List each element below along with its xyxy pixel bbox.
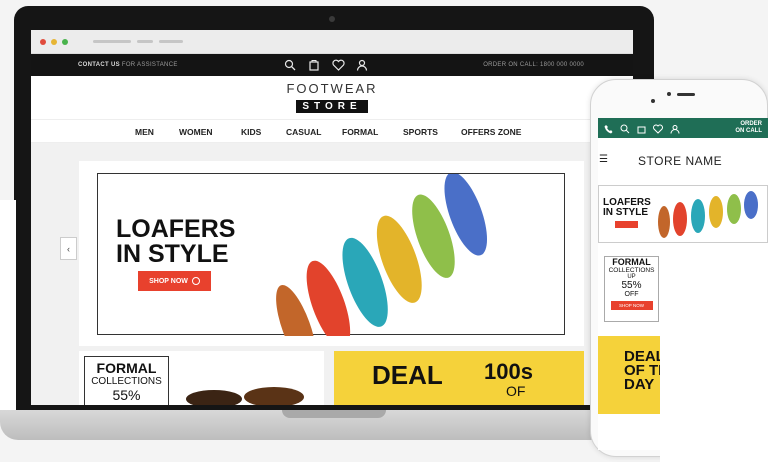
content-area: ‹ LOAFERS IN STYLE SHOP NOW FORMAL COLLE… <box>31 143 633 405</box>
contact-text: FOR ASSISTANCE <box>121 62 178 68</box>
phone-sensor-icon <box>667 92 671 96</box>
phone-order-on-call[interactable]: ORDER ON CALL <box>735 121 762 135</box>
store-logo[interactable]: FOOTWEAR STORE <box>286 81 378 114</box>
hero-frame: LOAFERS IN STYLE SHOP NOW <box>97 173 565 336</box>
phone-deal-panel[interactable]: DEAL OF THE DAY <box>598 336 679 414</box>
formal-percent: 55% <box>112 387 141 403</box>
heart-icon[interactable] <box>653 121 663 139</box>
logo-line2: STORE <box>296 100 368 113</box>
menu-icon[interactable]: ☰ <box>599 154 608 165</box>
maximize-window-icon[interactable] <box>62 39 68 45</box>
formal-label-box: FORMAL COLLECTIONS 55% <box>84 356 169 405</box>
carousel-prev-button[interactable]: ‹ <box>60 237 77 260</box>
hero-line2: IN STYLE <box>116 240 229 268</box>
browser-chrome <box>31 30 633 54</box>
user-icon[interactable] <box>670 121 680 139</box>
formal-shoes-image <box>186 387 304 405</box>
order-on-call[interactable]: ORDER ON CALL: 1800 000 0000 <box>483 62 584 68</box>
hero-line1: LOAFERS <box>116 215 236 243</box>
laptop-screen: CONTACT US FOR ASSISTANCE ORDER ON CALL:… <box>31 30 633 405</box>
main-nav: MEN WOMEN KIDS CASUAL FORMAL SPORTS OFFE… <box>31 119 633 143</box>
laptop-notch <box>282 410 386 418</box>
nav-item-sports[interactable]: SPORTS <box>403 127 438 137</box>
phone-formal-shop-button[interactable]: SHOP NOW <box>610 301 653 310</box>
contact-info[interactable]: CONTACT US FOR ASSISTANCE <box>78 62 178 68</box>
phone-shop-button[interactable] <box>615 221 638 228</box>
formal-subtitle: COLLECTIONS <box>91 376 162 387</box>
formal-title: FORMAL <box>96 360 157 376</box>
phone-hero-banner[interactable]: LOAFERS IN STYLE <box>598 185 768 243</box>
phone-formal-percent: 55% <box>621 280 642 291</box>
nav-item-kids[interactable]: KIDS <box>241 127 261 137</box>
cart-icon[interactable] <box>637 121 646 139</box>
phone-formal-subtitle: COLLECTIONS <box>608 267 655 274</box>
user-icon[interactable] <box>355 58 369 72</box>
shop-now-button[interactable]: SHOP NOW <box>138 271 211 291</box>
shop-now-label: SHOP NOW <box>149 277 188 285</box>
logo-line1: FOOTWEAR <box>286 81 378 96</box>
cart-icon[interactable] <box>307 58 321 72</box>
contact-label: CONTACT US <box>78 62 120 68</box>
phone-hero-line2: IN STYLE <box>603 207 649 218</box>
arrow-circle-icon <box>191 277 200 285</box>
phone-top-bar: ORDER ON CALL <box>598 118 768 138</box>
tab-placeholder[interactable] <box>159 40 183 43</box>
deal-of: OF <box>506 383 526 399</box>
phone-camera-icon <box>651 99 655 103</box>
nav-item-women[interactable]: WOMEN <box>179 127 213 137</box>
hero-banner: LOAFERS IN STYLE SHOP NOW <box>79 161 584 346</box>
search-icon[interactable] <box>283 58 297 72</box>
tab-placeholder[interactable] <box>137 40 153 43</box>
heart-icon[interactable] <box>331 58 345 72</box>
background <box>660 268 768 462</box>
nav-item-men[interactable]: MEN <box>135 127 154 137</box>
formal-collections-panel[interactable]: FORMAL COLLECTIONS 55% <box>79 351 324 405</box>
phone-formal-off: OFF <box>624 291 639 298</box>
tab-placeholder[interactable] <box>93 40 131 43</box>
top-info-bar: CONTACT US FOR ASSISTANCE ORDER ON CALL:… <box>31 54 633 76</box>
deal-text: DEAL <box>372 360 443 390</box>
phone-formal-panel[interactable]: FORMAL COLLECTIONS UP 55% OFF SHOP NOW <box>604 256 659 322</box>
close-window-icon[interactable] <box>40 39 46 45</box>
deal-count: 100s <box>484 359 533 384</box>
phone-speaker <box>677 93 695 96</box>
header-icons <box>283 58 369 72</box>
nav-item-formal[interactable]: FORMAL <box>342 127 378 137</box>
phone-header-icons <box>604 121 680 139</box>
search-icon[interactable] <box>620 121 630 139</box>
camera-icon <box>329 16 335 22</box>
background <box>0 200 16 410</box>
phone-icon[interactable] <box>604 121 613 139</box>
shoes-image <box>276 174 488 336</box>
nav-item-offers-zone[interactable]: OFFERS ZONE <box>461 127 521 137</box>
hero-headline: LOAFERS IN STYLE <box>116 217 235 267</box>
minimize-window-icon[interactable] <box>51 39 57 45</box>
phone-store-name[interactable]: STORE NAME <box>638 154 722 168</box>
phone-shoes-image <box>658 191 758 238</box>
phone-formal-title: FORMAL <box>612 257 651 267</box>
deal-panel[interactable]: DEAL 100s OF <box>334 351 584 405</box>
phone-hero-headline: LOAFERS IN STYLE <box>603 198 651 218</box>
device-mockup: CONTACT US FOR ASSISTANCE ORDER ON CALL:… <box>0 0 768 462</box>
nav-item-casual[interactable]: CASUAL <box>286 127 321 137</box>
